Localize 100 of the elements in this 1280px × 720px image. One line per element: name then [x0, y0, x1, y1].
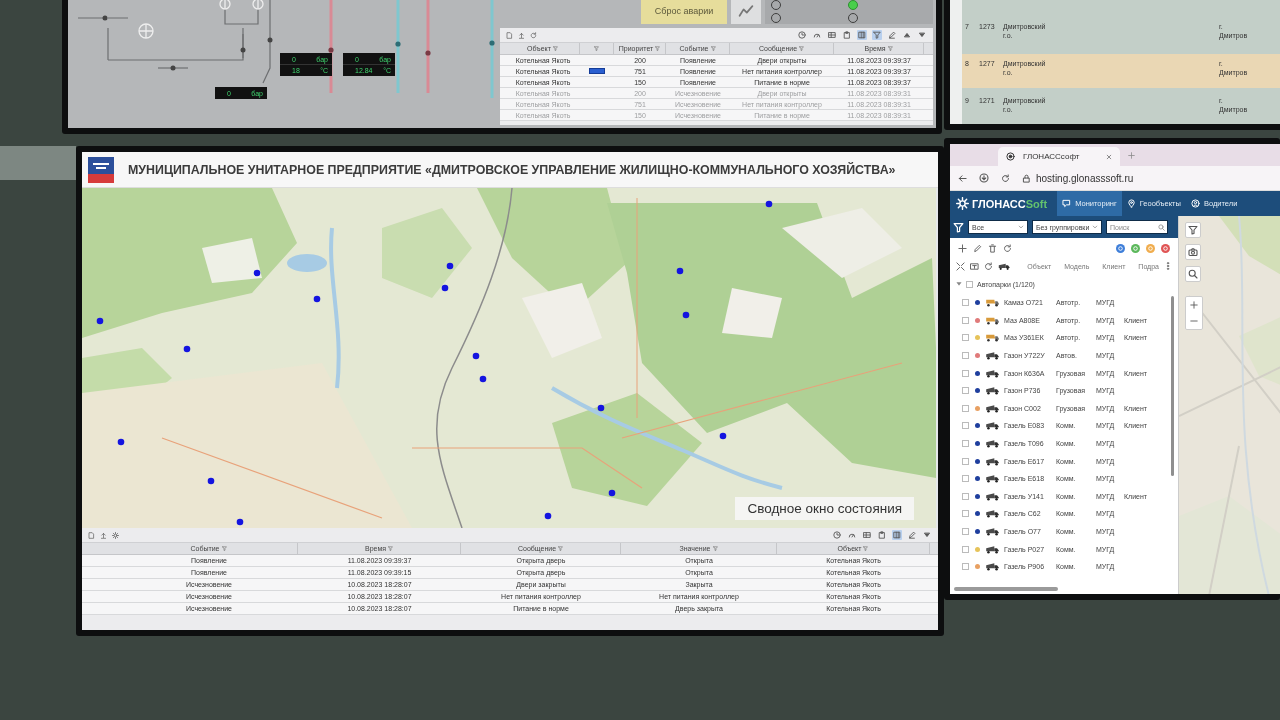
checkbox[interactable] [962, 334, 969, 342]
filter-icon [1188, 225, 1198, 235]
location-dot-icon [608, 489, 616, 497]
edit-icon[interactable] [907, 530, 917, 540]
location-dot-icon [253, 269, 261, 277]
new-tab-icon[interactable] [1128, 151, 1135, 159]
checkbox[interactable] [962, 457, 969, 465]
truck-icon [985, 403, 1000, 413]
line-chart-icon [738, 3, 754, 19]
chart-button[interactable] [731, 0, 761, 24]
columns-icon[interactable] [892, 530, 902, 540]
download-icon[interactable] [979, 173, 989, 183]
status-filter-icon[interactable] [1161, 243, 1170, 253]
refresh-icon[interactable] [1001, 173, 1010, 183]
checkbox[interactable] [962, 475, 969, 483]
search-icon [1188, 269, 1198, 279]
close-icon[interactable] [1106, 153, 1112, 160]
checkbox[interactable] [962, 528, 969, 535]
clipboard-icon[interactable] [877, 530, 887, 540]
truck-icon [985, 439, 1000, 449]
chevron-down-icon [1092, 224, 1098, 230]
truck-icon [985, 456, 1000, 466]
document-icon[interactable] [506, 31, 513, 39]
truck-icon [985, 544, 1000, 554]
upload-icon[interactable] [518, 31, 525, 39]
upload-icon[interactable] [100, 531, 107, 539]
location-dot-icon [313, 295, 321, 303]
location-dot-icon [441, 284, 449, 292]
checkbox[interactable] [962, 510, 969, 518]
location-dot-icon [676, 267, 684, 275]
screenshot-button[interactable] [1185, 244, 1201, 260]
status-filter-icon[interactable] [1146, 243, 1155, 253]
clock-icon[interactable] [797, 30, 807, 40]
clipboard-icon[interactable] [842, 30, 852, 40]
map-search-button[interactable] [1185, 266, 1201, 282]
refresh-icon[interactable] [530, 31, 537, 39]
lock-icon [1022, 173, 1031, 183]
more-icon[interactable] [1164, 262, 1172, 270]
table-icon[interactable] [862, 530, 872, 540]
clock-icon[interactable] [832, 530, 842, 540]
truck-icon [985, 527, 1000, 536]
rotate-icon[interactable] [984, 261, 993, 271]
location-dot-icon [597, 404, 605, 412]
truck-icon [985, 315, 1000, 325]
status-filter-icon[interactable] [1131, 243, 1140, 253]
panel-title: Сводное окно состояния [735, 497, 914, 520]
chevron-down-icon [1018, 224, 1024, 230]
caret-down-icon[interactable] [922, 530, 932, 540]
emblem-icon [88, 156, 114, 183]
truck-icon [985, 351, 1000, 361]
back-icon[interactable] [958, 173, 967, 183]
location-dot-icon [479, 375, 487, 383]
reset-alarm-button[interactable]: Сброс аварии [641, 0, 727, 24]
map-filter-button[interactable] [1185, 222, 1201, 238]
location-dot-icon [682, 311, 690, 319]
trash-icon[interactable] [988, 243, 997, 253]
checkbox[interactable] [962, 369, 969, 377]
checkbox[interactable] [962, 387, 969, 395]
truck-icon [985, 491, 1000, 501]
add-icon[interactable] [958, 243, 967, 253]
table-icon[interactable] [827, 30, 837, 40]
checkbox[interactable] [962, 563, 969, 571]
truck-icon[interactable] [998, 261, 1011, 271]
caret-up-icon[interactable] [902, 30, 912, 40]
camera-icon [1188, 247, 1198, 257]
location-dot-icon [544, 512, 552, 520]
expand-icon[interactable] [956, 261, 965, 271]
refresh-icon[interactable] [1003, 243, 1012, 253]
checkbox[interactable] [962, 422, 969, 430]
checkbox[interactable] [962, 316, 969, 324]
address-field[interactable]: hosting.glonasssoft.ru [1022, 172, 1134, 184]
text-box-icon[interactable] [970, 261, 979, 271]
checkbox[interactable] [962, 545, 969, 553]
search-icon [1158, 223, 1165, 231]
location-dot-icon [719, 432, 727, 440]
checkbox[interactable] [962, 492, 969, 500]
checkbox[interactable] [962, 404, 969, 412]
page-title: МУНИЦИПАЛЬНОЕ УНИТАРНОЕ ПРЕДПРИЯТИЕ «ДМИТРОВСКОЕ УПРАВЛЕНИЕ ЖИЛИЩНО-КОММУНАЛЬНОГО ХОЗЯЙСТВА» [128, 162, 896, 177]
checkbox[interactable] [962, 352, 969, 360]
truck-icon [985, 298, 1000, 308]
location-dot-icon [236, 518, 244, 526]
edit-icon[interactable] [887, 30, 897, 40]
truck-icon [985, 474, 1000, 484]
settings-icon[interactable] [112, 531, 119, 539]
pencil-icon[interactable] [973, 243, 982, 253]
status-filter-icon[interactable] [1116, 243, 1125, 253]
checkbox[interactable] [962, 299, 969, 307]
location-dot-icon [96, 317, 104, 325]
location-dot-icon [472, 352, 480, 360]
caret-down-icon[interactable] [956, 281, 962, 287]
checkbox[interactable] [962, 440, 969, 448]
truck-icon [985, 509, 1000, 519]
truck-icon [985, 562, 1000, 572]
caret-down-icon[interactable] [917, 30, 927, 40]
checkbox[interactable] [966, 280, 973, 288]
document-icon[interactable] [88, 531, 95, 539]
plus-icon [1190, 301, 1198, 309]
location-dot-icon [446, 262, 454, 270]
columns-icon[interactable] [857, 30, 867, 40]
browser-tab[interactable]: ГЛОНАССсофт [998, 147, 1120, 166]
